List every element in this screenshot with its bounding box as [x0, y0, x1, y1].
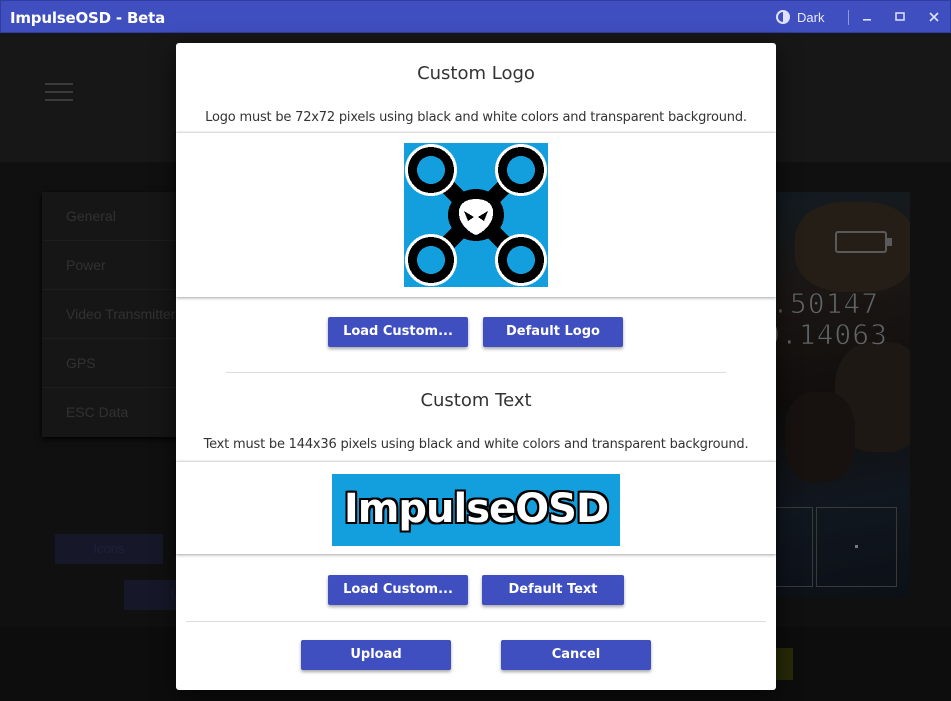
window-titlebar: ImpulseOSD - Beta Dark	[0, 0, 951, 33]
logo-preview-panel	[176, 133, 776, 297]
drone-logo-icon	[405, 144, 547, 286]
upload-button[interactable]: Upload	[301, 640, 451, 670]
logo-description: Logo must be 72x72 pixels using black an…	[205, 110, 747, 125]
close-button[interactable]	[925, 8, 943, 26]
load-custom-text-button[interactable]: Load Custom...	[328, 575, 468, 605]
text-description: Text must be 144x36 pixels using black a…	[203, 437, 749, 452]
text-section-title: Custom Text	[420, 390, 532, 411]
text-preview-word: ImpulseOSD	[343, 486, 609, 532]
window-title: ImpulseOSD - Beta	[10, 9, 166, 27]
theme-toggle[interactable]: Dark	[775, 9, 824, 25]
custom-logo-dialog: Custom Logo Logo must be 72x72 pixels us…	[176, 43, 776, 690]
footer-divider	[186, 621, 766, 622]
load-custom-logo-button[interactable]: Load Custom...	[328, 317, 468, 347]
theme-label: Dark	[797, 9, 825, 25]
maximize-button[interactable]	[891, 8, 909, 26]
maximize-icon	[895, 12, 905, 21]
logo-section-title: Custom Logo	[417, 63, 535, 84]
default-logo-button[interactable]: Default Logo	[483, 317, 623, 347]
minimize-icon	[863, 19, 871, 21]
minimize-button[interactable]	[858, 8, 876, 26]
titlebar-separator	[848, 10, 849, 25]
brightness-icon	[776, 10, 790, 24]
close-icon	[929, 12, 939, 22]
text-preview: ImpulseOSD	[332, 474, 620, 546]
default-text-button[interactable]: Default Text	[482, 575, 624, 605]
section-divider	[226, 372, 726, 373]
text-preview-panel: ImpulseOSD	[176, 462, 776, 554]
cancel-button[interactable]: Cancel	[501, 640, 651, 670]
logo-preview	[404, 143, 548, 287]
